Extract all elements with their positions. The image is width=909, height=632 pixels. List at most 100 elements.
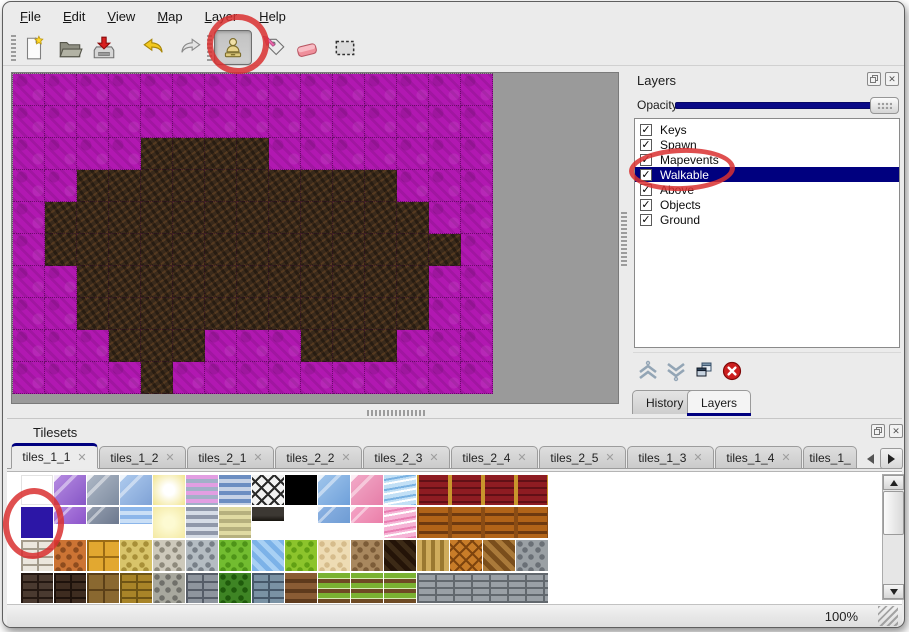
eraser-tool-button[interactable] — [292, 33, 322, 63]
palette-tile[interactable] — [21, 573, 53, 603]
map-tile[interactable] — [13, 170, 45, 202]
vertical-splitter-handle[interactable] — [621, 212, 627, 268]
menu-edit[interactable]: Edit — [52, 5, 96, 28]
map-tile[interactable] — [237, 234, 269, 266]
map-tile[interactable] — [141, 330, 173, 362]
map-tile[interactable] — [237, 362, 269, 394]
map-tile[interactable] — [141, 266, 173, 298]
palette-tile[interactable] — [120, 540, 152, 571]
palette-tile[interactable] — [285, 540, 317, 571]
map-tile[interactable] — [205, 362, 237, 394]
map-tile[interactable] — [205, 330, 237, 362]
map-tile[interactable] — [397, 362, 429, 394]
menu-view[interactable]: View — [96, 5, 146, 28]
scroll-down-button[interactable] — [883, 584, 904, 599]
map-tile[interactable] — [13, 266, 45, 298]
palette-tile[interactable] — [417, 475, 548, 505]
map-tile[interactable] — [45, 234, 77, 266]
map-tile[interactable] — [205, 234, 237, 266]
move-layer-up-button[interactable] — [635, 358, 661, 384]
map-canvas-viewport[interactable] — [11, 72, 619, 404]
map-tile[interactable] — [269, 362, 301, 394]
map-tile[interactable] — [205, 266, 237, 298]
tab-close-icon[interactable]: ✕ — [253, 451, 262, 464]
map-tile[interactable] — [429, 170, 461, 202]
map-tile[interactable] — [269, 266, 301, 298]
palette-tile[interactable] — [120, 573, 152, 603]
map-tile[interactable] — [13, 74, 45, 106]
map-tile[interactable] — [365, 266, 397, 298]
map-tile[interactable] — [173, 298, 205, 330]
map-tile[interactable] — [301, 202, 333, 234]
layer-row-walkable[interactable]: ✓Walkable — [635, 167, 899, 182]
map-tile[interactable] — [301, 362, 333, 394]
map-tile[interactable] — [141, 234, 173, 266]
map-tile[interactable] — [461, 74, 493, 106]
palette-tile[interactable] — [417, 573, 548, 603]
palette-tile[interactable] — [219, 475, 251, 505]
new-file-button[interactable] — [19, 33, 49, 63]
map-tile[interactable] — [397, 138, 429, 170]
map-tile[interactable] — [141, 170, 173, 202]
map-tile[interactable] — [301, 298, 333, 330]
tileset-tab-tiles_1_1[interactable]: tiles_1_1✕ — [11, 443, 98, 469]
palette-tile[interactable] — [120, 475, 152, 505]
map-tile[interactable] — [365, 138, 397, 170]
tab-close-icon[interactable]: ✕ — [429, 451, 438, 464]
map-tile[interactable] — [173, 170, 205, 202]
map-tile[interactable] — [333, 362, 365, 394]
tab-scroll-right-button[interactable] — [880, 448, 903, 469]
map-tile[interactable] — [365, 202, 397, 234]
opacity-slider-handle[interactable] — [870, 97, 899, 114]
redo-button[interactable] — [175, 33, 205, 63]
rect-select-tool-button[interactable] — [330, 33, 360, 63]
map-tile[interactable] — [461, 106, 493, 138]
map-tile[interactable] — [109, 298, 141, 330]
map-tile[interactable] — [237, 170, 269, 202]
menu-layer[interactable]: Layer — [194, 5, 249, 28]
map-tile[interactable] — [429, 266, 461, 298]
map-tile[interactable] — [333, 202, 365, 234]
tab-scroll-left-button[interactable] — [863, 448, 878, 469]
palette-tile[interactable] — [219, 507, 251, 538]
map-tile[interactable] — [461, 330, 493, 362]
palette-tile[interactable] — [516, 540, 548, 571]
map-tile[interactable] — [45, 330, 77, 362]
map-tile[interactable] — [109, 202, 141, 234]
map-tile[interactable] — [141, 298, 173, 330]
map-tile[interactable] — [365, 170, 397, 202]
map-tile[interactable] — [77, 202, 109, 234]
map-tile[interactable] — [77, 330, 109, 362]
map-tile[interactable] — [77, 170, 109, 202]
map-tile[interactable] — [45, 298, 77, 330]
move-layer-down-button[interactable] — [663, 358, 689, 384]
palette-tile[interactable] — [285, 475, 317, 505]
map-tile[interactable] — [429, 202, 461, 234]
map-tile[interactable] — [77, 74, 109, 106]
map-tile[interactable] — [141, 74, 173, 106]
palette-tile[interactable] — [318, 573, 350, 603]
palette-scrollbar[interactable] — [882, 474, 905, 600]
map-tile[interactable] — [301, 138, 333, 170]
tab-close-icon[interactable]: ✕ — [77, 451, 86, 464]
palette-tile[interactable] — [153, 507, 185, 538]
map-tile[interactable] — [141, 202, 173, 234]
palette-tile[interactable] — [318, 475, 350, 505]
map-tile[interactable] — [429, 74, 461, 106]
tileset-tab-tiles_1[interactable]: tiles_1_ — [803, 446, 857, 469]
tileset-tab-tiles_2_3[interactable]: tiles_2_3✕ — [363, 446, 450, 469]
map-tile[interactable] — [13, 362, 45, 394]
map-tile[interactable] — [301, 170, 333, 202]
map-tile[interactable] — [45, 170, 77, 202]
map-tile[interactable] — [109, 170, 141, 202]
map-tile[interactable] — [77, 234, 109, 266]
map-tile[interactable] — [45, 266, 77, 298]
map-tile[interactable] — [13, 330, 45, 362]
layer-row-keys[interactable]: ✓Keys — [635, 122, 899, 137]
map-tile[interactable] — [205, 74, 237, 106]
palette-tile[interactable] — [252, 540, 284, 571]
map-tile[interactable] — [461, 138, 493, 170]
map-tile[interactable] — [269, 234, 301, 266]
horizontal-splitter-handle[interactable] — [367, 410, 425, 416]
map-tile[interactable] — [365, 362, 397, 394]
